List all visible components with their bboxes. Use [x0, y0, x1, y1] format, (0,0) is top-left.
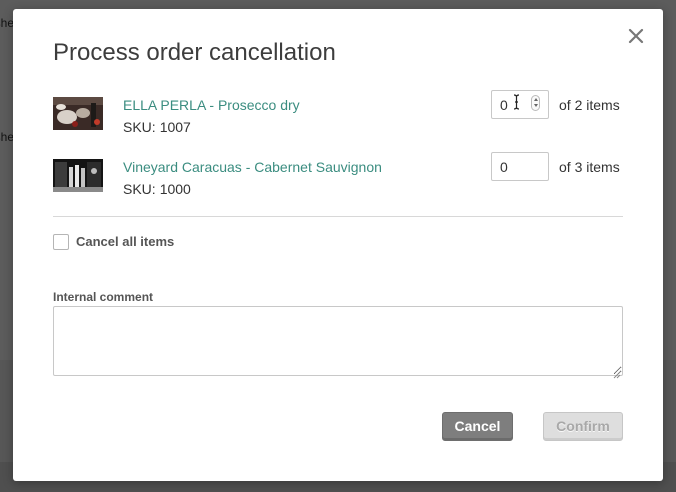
comment-label: Internal comment: [53, 290, 154, 304]
cancellation-dialog: Process order cancellation ELLA PERLA - …: [13, 9, 663, 481]
product-sku: SKU: 1000: [123, 181, 191, 197]
product-link[interactable]: Vineyard Caracuas - Cabernet Sauvignon: [123, 159, 382, 175]
cancel-all-label[interactable]: Cancel all items: [76, 234, 174, 249]
quantity-spinner[interactable]: [531, 95, 540, 111]
dialog-title: Process order cancellation: [53, 39, 336, 66]
text-cursor-icon: [513, 94, 520, 110]
order-item-row: Vineyard Caracuas - Cabernet Sauvignon S…: [53, 152, 623, 199]
quantity-stepper[interactable]: [491, 152, 549, 181]
divider: [53, 216, 623, 217]
internal-comment-field[interactable]: [53, 306, 623, 376]
sku-label: SKU:: [123, 119, 156, 135]
sku-value: 1007: [159, 119, 191, 135]
resize-handle-icon[interactable]: [613, 366, 621, 379]
checkbox-icon[interactable]: [53, 234, 69, 250]
order-item-row: ELLA PERLA - Prosecco dry SKU:1007 of 2 …: [53, 90, 623, 137]
product-thumbnail: [53, 159, 103, 192]
decrement-icon[interactable]: [533, 104, 538, 107]
quantity-total: of 2 items: [559, 97, 620, 113]
confirm-button[interactable]: Confirm: [543, 412, 623, 441]
product-sku: SKU: 1007: [123, 119, 191, 135]
close-button[interactable]: [625, 25, 647, 47]
sku-label: SKU:: [123, 181, 156, 197]
quantity-stepper[interactable]: [491, 90, 549, 119]
cancel-button[interactable]: Cancel: [442, 412, 513, 441]
product-thumbnail: [53, 97, 103, 130]
quantity-total: of 3 items: [559, 159, 620, 175]
product-link[interactable]: ELLA PERLA - Prosecco dry: [123, 97, 300, 113]
sku-value: 1000: [159, 181, 191, 197]
increment-icon[interactable]: [533, 98, 538, 101]
close-icon: [628, 28, 644, 44]
